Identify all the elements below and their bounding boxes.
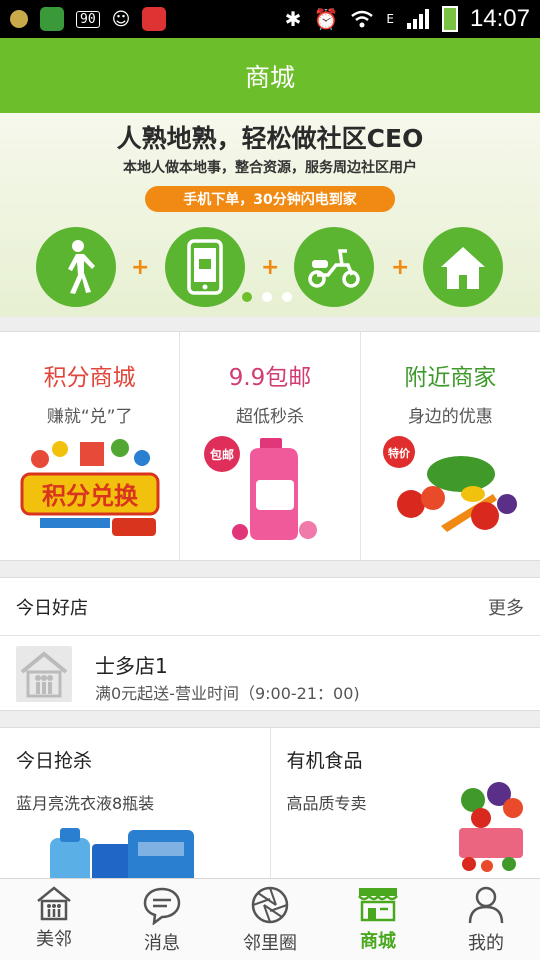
carousel-indicator[interactable] xyxy=(242,292,292,302)
signal-icon xyxy=(406,9,429,29)
special-price-text: 特价 xyxy=(388,446,411,460)
house-people-icon xyxy=(37,886,71,921)
banner-plus: + xyxy=(261,255,280,280)
promo-subtitle: 赚就“兑”了 xyxy=(46,407,133,427)
tab-label: 商城 xyxy=(360,931,396,952)
promo-card-free-shipping[interactable]: 9.9包邮 超低秒杀 包邮 xyxy=(180,332,361,560)
promo-card-nearby-merchants[interactable]: 附近商家 身边的优惠 特价 xyxy=(361,332,540,560)
promo-subtitle: 身边的优惠 xyxy=(407,407,493,427)
tab-neighborhood-circle[interactable]: 邻里圈 xyxy=(216,879,324,960)
deal-title: 有机食品 xyxy=(286,750,363,772)
banner-subline: 本地人做本地事，整合资源，服务周边社区用户 xyxy=(123,160,417,176)
vegetables-image: 特价 xyxy=(382,436,517,532)
promo-cards: 积分商城 赚就“兑”了 积分兑换 9.9包邮 超低秒杀 包邮 附近商家 身边的优… xyxy=(0,331,540,561)
banner-pill: 手机下单，30分钟闪电到家 xyxy=(145,186,395,212)
promo-subtitle: 超低秒杀 xyxy=(235,407,304,427)
battery-icon xyxy=(441,6,458,32)
shop-logo-icon xyxy=(16,646,72,702)
tab-mall[interactable]: 商城 xyxy=(324,879,432,960)
detergent-pack-image xyxy=(50,828,194,879)
app-notification-icon xyxy=(40,7,64,31)
storefront-icon xyxy=(358,888,398,922)
deal-card-flash-sale[interactable]: 今日抢杀 蓝月亮洗衣液8瓶装 xyxy=(0,728,271,879)
tab-neighbors[interactable]: 美邻 xyxy=(0,879,108,960)
shop-list-item[interactable]: 士多店1 满0元起送-营业时间（9:00-21：00) xyxy=(0,636,540,711)
banner-headline: 人熟地熟，轻松做社区CEO xyxy=(116,124,424,153)
carousel-dot[interactable] xyxy=(242,292,252,302)
tab-messages[interactable]: 消息 xyxy=(108,879,216,960)
smiley-icon: ☺ xyxy=(111,8,131,30)
tab-label: 我的 xyxy=(468,933,504,954)
promo-title: 附近商家 xyxy=(404,365,497,391)
tab-me[interactable]: 我的 xyxy=(432,879,540,960)
shop-info: 满0元起送-营业时间（9:00-21：00) xyxy=(95,684,360,703)
wifi-icon xyxy=(351,10,374,28)
title-bar: 商城 xyxy=(0,38,540,113)
promo-title: 积分商城 xyxy=(43,365,136,391)
battery-badge: 90 xyxy=(76,10,100,28)
shop-name: 士多店1 xyxy=(95,654,168,678)
scooter-icon xyxy=(294,227,374,307)
aperture-icon xyxy=(251,886,289,924)
shield-app-icon xyxy=(142,7,167,31)
alarm-icon: ⏰ xyxy=(313,7,339,31)
detergent-bottle-image: 包邮 xyxy=(204,436,318,540)
promo-banner[interactable]: 人熟地熟，轻松做社区CEO 本地人做本地事，整合资源，服务周边社区用户 手机下单… xyxy=(0,113,540,317)
shops-heading: 今日好店 xyxy=(16,597,88,619)
banner-plus: + xyxy=(131,255,150,280)
bottom-tab-bar: 美邻 消息 邻里圈 商城 我的 xyxy=(0,878,540,960)
home-icon xyxy=(423,227,503,307)
deal-subtitle: 蓝月亮洗衣液8瓶装 xyxy=(16,794,155,813)
carousel-dot[interactable] xyxy=(282,292,292,302)
tab-label: 邻里圈 xyxy=(243,933,297,954)
deal-card-organic-food[interactable]: 有机食品 高品质专卖 xyxy=(271,728,540,879)
chat-bubble-icon xyxy=(143,887,181,925)
points-exchange-image: 积分兑换 xyxy=(20,439,160,536)
promo-card-points-mall[interactable]: 积分商城 赚就“兑”了 积分兑换 xyxy=(0,332,181,560)
free-shipping-text: 包邮 xyxy=(209,447,234,462)
network-type-label: E xyxy=(386,12,394,26)
banner-plus: + xyxy=(391,255,410,280)
page-title: 商城 xyxy=(244,62,295,92)
points-exchange-text: 积分兑换 xyxy=(42,482,139,510)
status-bar: 90 ☺ ✱ ⏰ E 14:07 xyxy=(0,0,540,38)
shops-header: 今日好店 更多 xyxy=(0,577,540,636)
more-link[interactable]: 更多 xyxy=(488,594,524,620)
deal-cards: 今日抢杀 蓝月亮洗衣液8瓶装 有机食品 高品质专卖 xyxy=(0,727,540,879)
smartphone-icon xyxy=(165,227,245,307)
walking-person-icon xyxy=(36,227,116,307)
carousel-dot[interactable] xyxy=(262,292,272,302)
tab-label: 消息 xyxy=(144,933,180,954)
tab-label: 美邻 xyxy=(36,929,72,950)
bluetooth-icon: ✱ xyxy=(284,7,302,31)
notification-dot-icon xyxy=(10,10,28,28)
clock: 14:07 xyxy=(469,5,530,32)
promo-title: 9.9包邮 xyxy=(228,365,312,391)
vegetable-basket-image xyxy=(458,782,523,872)
deal-subtitle: 高品质专卖 xyxy=(286,794,367,813)
deal-title: 今日抢杀 xyxy=(16,750,93,772)
person-icon xyxy=(468,886,504,924)
